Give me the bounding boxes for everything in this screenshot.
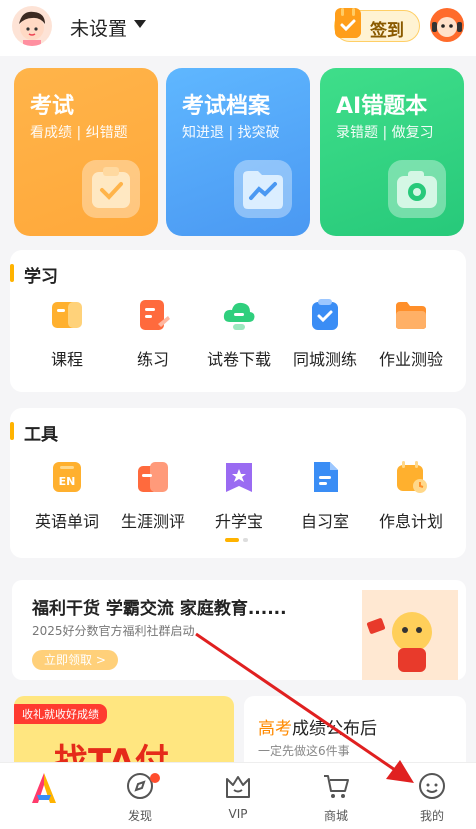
tab-vip[interactable]: VIP — [198, 771, 278, 821]
card-title: 考试 — [30, 94, 75, 119]
tab-home[interactable] — [4, 771, 84, 807]
notification-dot — [150, 773, 160, 783]
folder-icon — [394, 298, 428, 332]
camera-icon — [388, 160, 446, 218]
exam-archive-card[interactable]: 考试档案 知进退 | 找突破 — [166, 68, 310, 236]
city-test-entry[interactable]: 同城测练 — [282, 298, 368, 370]
english-words-label: 英语单词 — [34, 512, 99, 531]
study-room-label: 自习室 — [300, 512, 349, 531]
mascot-icon[interactable] — [430, 8, 464, 42]
shopping-cart-icon — [321, 771, 351, 801]
article-subtitle: 一定先做这6件事 — [258, 744, 350, 758]
tab-label: 我的 — [419, 809, 444, 823]
tab-label: 商城 — [323, 809, 348, 823]
tab-label: VIP — [228, 807, 248, 821]
career-icon — [136, 460, 170, 494]
tab-label: 发现 — [127, 809, 152, 823]
claim-now-button[interactable]: 立即领取 > — [32, 650, 118, 670]
page-dot — [243, 538, 248, 542]
calendar-clock-icon — [394, 460, 428, 494]
card-subtitle: 知进退 | 找突破 — [182, 125, 280, 141]
course-label: 课程 — [50, 350, 83, 369]
trend-folder-icon — [234, 160, 292, 218]
paper-download-label: 试卷下载 — [206, 350, 271, 369]
document-icon — [308, 460, 342, 494]
card-subtitle: 看成绩 | 纠错题 — [30, 125, 128, 141]
promo-tag: 收礼就收好成绩 — [14, 704, 107, 724]
tab-mall[interactable]: 商城 — [296, 771, 376, 824]
page-dot-active — [225, 538, 239, 542]
article-title-rest: 成绩公布后 — [292, 719, 377, 739]
crown-bag-icon — [223, 771, 253, 801]
dragon-mascot-illustration — [362, 590, 458, 680]
top-header: 未设置 签到 — [0, 0, 476, 56]
course-entry[interactable]: 课程 — [24, 298, 110, 370]
practice-entry[interactable]: 练习 — [110, 298, 196, 370]
banner-subtitle: 2025好分数官方福利社群启动 — [32, 624, 195, 638]
card-subtitle: 录错题 | 做复习 — [336, 125, 434, 141]
chevron-down-icon[interactable] — [134, 20, 146, 28]
career-assessment-entry[interactable]: 生涯测评 — [110, 460, 196, 532]
smiley-face-icon — [417, 771, 447, 801]
tab-discover[interactable]: 发现 — [100, 771, 180, 824]
city-test-icon — [308, 298, 342, 332]
practice-label: 练习 — [136, 350, 169, 369]
card-title: 考试档案 — [182, 94, 271, 119]
clipboard-check-icon — [82, 160, 140, 218]
section-accent-bar — [10, 264, 14, 282]
article-title: 高考成绩公布后 — [258, 714, 377, 739]
welfare-banner[interactable]: 福利干货 学霸交流 家庭教育...... 2025好分数官方福利社群启动 立即领… — [12, 580, 466, 680]
section-title: 学习 — [24, 267, 58, 287]
banner-title: 福利干货 学霸交流 家庭教育...... — [32, 599, 287, 619]
tools-section: 工具 EN 英语单词 生涯测评 升学宝 自习室 作息计划 — [10, 408, 466, 558]
card-title: AI错题本 — [336, 94, 428, 119]
calendar-check-icon — [335, 8, 361, 38]
homework-test-label: 作业测验 — [378, 350, 443, 369]
section-title: 工具 — [24, 425, 58, 445]
english-words-entry[interactable]: EN 英语单词 — [24, 460, 110, 532]
section-accent-bar — [10, 422, 14, 440]
homework-test-entry[interactable]: 作业测验 — [368, 298, 454, 370]
paper-download-entry[interactable]: 试卷下载 — [196, 298, 282, 370]
admission-helper-label: 升学宝 — [214, 512, 263, 531]
app-logo-icon — [29, 771, 59, 803]
admission-helper-entry[interactable]: 升学宝 — [196, 460, 282, 532]
ai-mistake-book-card[interactable]: AI错题本 录错题 | 做复习 — [320, 68, 464, 236]
practice-icon — [136, 298, 170, 332]
schedule-plan-label: 作息计划 — [378, 512, 443, 531]
avatar[interactable] — [12, 6, 52, 46]
article-title-highlight: 高考 — [258, 719, 292, 739]
svg-text:EN: EN — [59, 475, 76, 488]
career-assessment-label: 生涯测评 — [120, 512, 185, 531]
learning-section: 学习 课程 练习 试卷下载 同城测练 作业测验 — [10, 250, 466, 392]
english-book-icon: EN — [50, 460, 84, 494]
study-room-entry[interactable]: 自习室 — [282, 460, 368, 532]
signin-label[interactable]: 签到 — [370, 16, 404, 41]
cloud-download-icon — [222, 298, 256, 332]
schedule-plan-entry[interactable]: 作息计划 — [368, 460, 454, 532]
city-test-label: 同城测练 — [292, 350, 357, 369]
course-icon — [50, 298, 84, 332]
tab-profile[interactable]: 我的 — [392, 771, 472, 824]
user-name[interactable]: 未设置 — [70, 14, 127, 41]
bottom-tab-bar: 发现 VIP 商城 我的 — [0, 762, 476, 829]
star-bookmark-icon — [222, 460, 256, 494]
exam-card[interactable]: 考试 看成绩 | 纠错题 — [14, 68, 158, 236]
